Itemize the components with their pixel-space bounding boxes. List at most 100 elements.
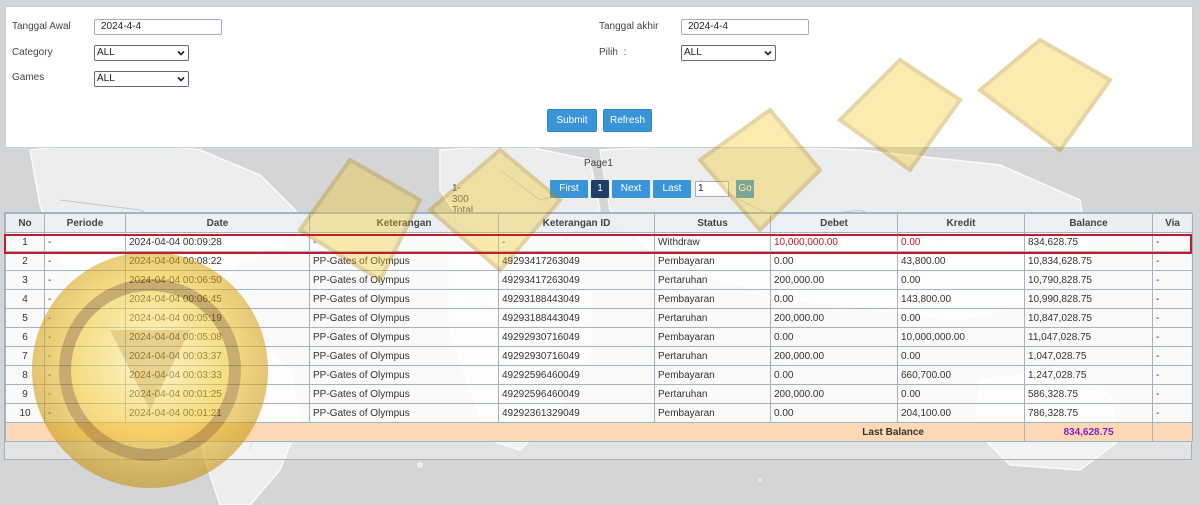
cell-keterangan-id: 49292930716049 — [498, 327, 655, 347]
cell-date: 2024-04-04 00:03:37 — [125, 346, 310, 366]
cell-no: 8 — [5, 365, 45, 385]
cell-via: - — [1152, 365, 1193, 385]
next-page-button[interactable]: Next — [612, 180, 650, 198]
cell-balance: 10,990,828.75 — [1024, 289, 1153, 309]
cell-date: 2024-04-04 00:05:08 — [125, 327, 310, 347]
cell-keterangan: PP-Gates of Olympus — [309, 384, 499, 404]
chevron-down-icon — [177, 50, 185, 56]
cell-keterangan-id: 49292596460049 — [498, 384, 655, 404]
last-page-button[interactable]: Last — [653, 180, 691, 198]
cell-periode: - — [44, 346, 126, 366]
table-row: 7-2024-04-04 00:03:37 PP-Gates of Olympus… — [5, 346, 1193, 366]
cell-keterangan: PP-Gates of Olympus — [309, 289, 499, 309]
cell-date: 2024-04-04 00:08:22 — [125, 251, 310, 271]
cell-no: 4 — [5, 289, 45, 309]
tanggal-akhir-input[interactable]: 2024-4-4 — [681, 19, 809, 35]
cell-balance: 1,047,028.75 — [1024, 346, 1153, 366]
tanggal-awal-input[interactable]: 2024-4-4 — [94, 19, 222, 35]
cell-status: Pembayaran — [654, 403, 771, 423]
cell-keterangan-id: 49293188443049 — [498, 289, 655, 309]
cell-kredit: 43,800.00 — [897, 251, 1025, 271]
col-header-status[interactable]: Status — [654, 213, 771, 233]
pilih-select[interactable]: ALL — [681, 45, 776, 61]
cell-kredit: 10,000,000.00 — [897, 327, 1025, 347]
goto-page-input[interactable]: 1 — [695, 181, 729, 197]
category-select[interactable]: ALL — [94, 45, 189, 61]
col-header-kredit[interactable]: Kredit — [897, 213, 1025, 233]
col-header-keterangan-id[interactable]: Keterangan ID — [498, 213, 655, 233]
cell-status: Pertaruhan — [654, 270, 771, 290]
cell-no: 2 — [5, 251, 45, 271]
cell-keterangan-id: 49293417263049 — [498, 270, 655, 290]
cell-via: - — [1152, 270, 1193, 290]
cell-keterangan: PP-Gates of Olympus — [309, 327, 499, 347]
cell-no: 7 — [5, 346, 45, 366]
cell-date: 2024-04-04 00:03:33 — [125, 365, 310, 385]
cell-no: 3 — [5, 270, 45, 290]
col-header-periode[interactable]: Periode — [44, 213, 126, 233]
cell-debet: 200,000.00 — [770, 308, 898, 328]
cell-date: 2024-04-04 00:01:25 — [125, 384, 310, 404]
cell-balance: 10,790,828.75 — [1024, 270, 1153, 290]
cell-status: Pembayaran — [654, 251, 771, 271]
col-header-via[interactable]: Via — [1152, 213, 1193, 233]
cell-status: Pembayaran — [654, 365, 771, 385]
table-row: 6 - 2024-04-04 00:05:08 PP-Gates of Olympus… — [5, 327, 1193, 347]
chevron-down-icon — [177, 76, 185, 82]
cell-no: 6 — [5, 327, 45, 347]
go-button[interactable]: Go — [736, 180, 754, 198]
cell-keterangan: PP-Gates of Olympus — [309, 270, 499, 290]
cell-keterangan: PP-Gates of Olympus — [309, 251, 499, 271]
cell-keterangan-id: 49292596460049 — [498, 365, 655, 385]
tanggal-akhir-label: Tanggal akhir — [599, 21, 659, 32]
cell-via: - — [1152, 327, 1193, 347]
cell-status: Pertaruhan — [654, 346, 771, 366]
page-title: Page1 — [584, 158, 613, 169]
cell-debet: 0.00 — [770, 403, 898, 423]
cell-balance: 11,047,028.75 — [1024, 327, 1153, 347]
cell-debet: 0.00 — [770, 327, 898, 347]
cell-no: 5 — [5, 308, 45, 328]
col-header-keterangan[interactable]: Keterangan — [309, 213, 499, 233]
col-header-debet[interactable]: Debet — [770, 213, 898, 233]
cell-kredit: 0.00 — [897, 308, 1025, 328]
cell-date: 2024-04-04 00:06:50 — [125, 270, 310, 290]
table-header-row: No Periode Date Keterangan Keterangan ID… — [5, 213, 1193, 233]
current-page-button[interactable]: 1 — [591, 180, 609, 198]
chevron-down-icon — [764, 50, 772, 56]
cell-kredit: 0.00 — [897, 270, 1025, 290]
cell-balance: 10,834,628.75 — [1024, 251, 1153, 271]
refresh-button[interactable]: Refresh — [603, 109, 652, 132]
pilih-select-value: ALL — [684, 47, 702, 58]
table-row: 4-2024-04-04 00:06:45 PP-Gates of Olympus… — [5, 289, 1193, 309]
games-select[interactable]: ALL — [94, 71, 189, 87]
cell-via: - — [1152, 384, 1193, 404]
last-balance-row: Last Balance 834,628.75 — [5, 422, 1193, 442]
table-row: 10-2024-04-04 00:01:21 PP-Gates of Olympu… — [5, 403, 1193, 423]
cell-keterangan-id: 49292930716049 — [498, 346, 655, 366]
cell-kredit: 0.00 — [897, 384, 1025, 404]
cell-kredit: 660,700.00 — [897, 365, 1025, 385]
col-header-balance[interactable]: Balance — [1024, 213, 1153, 233]
cell-periode: - — [44, 403, 126, 423]
table-row: 8 - 2024-04-04 00:03:33 PP-Gates of Olympus… — [5, 365, 1193, 385]
cell-keterangan: PP-Gates of Olympus — [309, 308, 499, 328]
last-balance-label: Last Balance — [5, 422, 1025, 442]
category-label: Category — [12, 47, 53, 58]
submit-button[interactable]: Submit — [547, 109, 597, 132]
first-page-button[interactable]: First — [550, 180, 588, 198]
pilih-label: Pilih : — [599, 47, 627, 58]
cell-balance: 786,328.75 — [1024, 403, 1153, 423]
cell-keterangan-id: 49293417263049 — [498, 251, 655, 271]
cell-kredit: 204,100.00 — [897, 403, 1025, 423]
cell-balance: 1,247,028.75 — [1024, 365, 1153, 385]
col-header-no[interactable]: No — [5, 213, 45, 233]
games-select-value: ALL — [97, 73, 115, 84]
col-header-date[interactable]: Date — [125, 213, 310, 233]
games-label: Games — [12, 72, 45, 83]
cell-keterangan: PP-Gates of Olympus — [309, 365, 499, 385]
highlight-box — [4, 234, 1192, 254]
cell-debet: 200,000.00 — [770, 270, 898, 290]
cell-periode: - — [44, 270, 126, 290]
cell-periode: - — [44, 251, 126, 271]
